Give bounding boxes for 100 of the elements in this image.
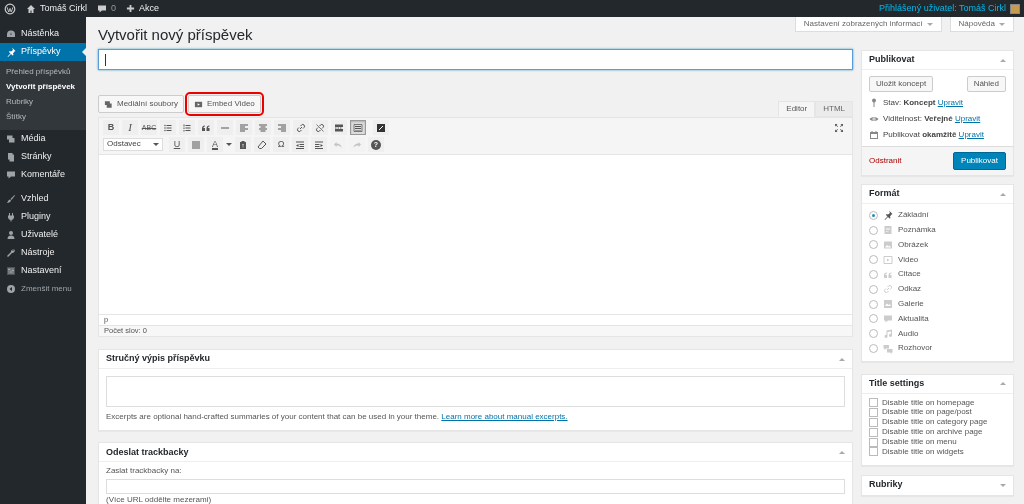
option-label[interactable]: Audio: [898, 328, 919, 339]
collapse-menu-button[interactable]: Zmenšit menu: [0, 280, 86, 298]
save-draft-button[interactable]: Uložit koncept: [869, 76, 934, 92]
menu-item[interactable]: Pluginy: [0, 208, 86, 226]
option-label[interactable]: Video: [898, 254, 919, 265]
option-label[interactable]: Galerie: [898, 299, 924, 310]
format-dropdown[interactable]: Odstavec: [103, 138, 163, 151]
option-label[interactable]: Disable title on widgets: [882, 446, 964, 458]
menu-item[interactable]: Média: [0, 130, 86, 148]
menu-item[interactable]: Komentáře: [0, 166, 86, 184]
option-label[interactable]: Odkaz: [898, 284, 922, 295]
menu-item[interactable]: Nástěnka: [0, 25, 86, 43]
link-button[interactable]: [293, 120, 309, 135]
logo-icon[interactable]: [4, 2, 16, 15]
option-label[interactable]: Poznámka: [898, 225, 936, 236]
radio-button[interactable]: [869, 255, 878, 265]
learn-more-link[interactable]: Learn more about manual excerpts.: [441, 412, 568, 421]
bullet-list-icon: [163, 122, 173, 133]
quote-button[interactable]: [198, 120, 214, 135]
option-label[interactable]: Disable title on archive page: [882, 427, 983, 438]
clear-button[interactable]: [254, 137, 270, 152]
note-icon: [883, 225, 893, 236]
option-label[interactable]: Disable title on menu: [882, 436, 957, 448]
speech-bubble-icon: [883, 313, 893, 324]
radio-button[interactable]: [869, 329, 878, 339]
media-button[interactable]: Embed Video: [187, 95, 261, 113]
radio-button[interactable]: [869, 225, 878, 235]
media-button[interactable]: Mediální soubory: [98, 95, 184, 113]
dfw-button[interactable]: [373, 120, 389, 135]
menu-item[interactable]: Uživatelé: [0, 226, 86, 244]
color-button[interactable]: A: [207, 137, 223, 152]
option-label[interactable]: Rozhovor: [898, 343, 933, 354]
option-label[interactable]: Základní: [898, 210, 929, 221]
expand-icon[interactable]: [834, 122, 844, 133]
checkbox[interactable]: [869, 408, 878, 418]
more-button[interactable]: [331, 120, 347, 135]
checkbox[interactable]: [869, 427, 878, 437]
comments-link[interactable]: 0: [97, 2, 117, 15]
align-left-icon: [239, 122, 249, 133]
site-link[interactable]: Tomáš Cirkl: [26, 2, 87, 15]
help-text: Excerpts are optional hand-crafted summaries of your content that can be used in your theme. Learn more about manual excerpts.: [105, 412, 569, 423]
link-icon: [883, 284, 893, 295]
submenu-item[interactable]: Rubriky: [0, 95, 86, 110]
outdent-button[interactable]: [292, 137, 308, 152]
submenu-item[interactable]: Vytvořit příspěvek: [0, 80, 86, 95]
toggle-button[interactable]: [350, 120, 366, 135]
submenu-item[interactable]: Štítky: [0, 110, 86, 125]
option-label[interactable]: Obrázek: [898, 239, 929, 251]
radio-button[interactable]: [869, 240, 878, 250]
radio-button[interactable]: [869, 314, 878, 324]
trackback-field[interactable]: [106, 478, 845, 494]
editor-tab[interactable]: Editor: [778, 101, 816, 117]
radio-button[interactable]: [869, 344, 878, 354]
radio-button[interactable]: [869, 210, 878, 220]
edit-link[interactable]: Upravit: [958, 129, 984, 139]
indent-button[interactable]: [311, 137, 327, 152]
unlink-button[interactable]: [312, 120, 328, 135]
checkbox[interactable]: [869, 398, 878, 408]
menu-item[interactable]: Nástroje: [0, 244, 86, 262]
option-label[interactable]: Disable title on homepage: [882, 397, 975, 409]
underline-button[interactable]: U: [169, 137, 185, 152]
edit-link[interactable]: Upravit: [954, 113, 981, 123]
wrench-icon: [6, 248, 16, 258]
title-field[interactable]: [98, 49, 853, 70]
gallery-icon: [883, 299, 893, 310]
preview-button[interactable]: Náhled: [966, 76, 1006, 92]
option-label[interactable]: Citace: [898, 269, 921, 280]
bullets-button[interactable]: [160, 120, 176, 135]
radio-button[interactable]: [869, 299, 878, 309]
option-label[interactable]: Aktualita: [898, 313, 929, 325]
editor-tab[interactable]: HTML: [815, 101, 853, 117]
link-icon: [296, 122, 306, 133]
edit-link[interactable]: Upravit: [937, 97, 964, 107]
option-label[interactable]: Disable title on category page: [882, 417, 988, 428]
menu-item[interactable]: Stránky: [0, 148, 86, 166]
radio-button[interactable]: [869, 270, 878, 280]
paste-button[interactable]: [235, 137, 251, 152]
tab-button[interactable]: Nápověda: [949, 17, 1014, 32]
submenu-item[interactable]: Přehled příspěvků: [0, 65, 86, 80]
tab-button[interactable]: Nastavení zobrazených informací: [794, 17, 942, 32]
checkbox[interactable]: [869, 417, 878, 427]
new-link[interactable]: Akce: [126, 2, 160, 15]
menu-item[interactable]: Nastavení: [0, 262, 86, 280]
checkbox[interactable]: [869, 447, 878, 457]
menu-item[interactable]: Vzhled: [0, 190, 86, 208]
delete-link[interactable]: Odstranit: [869, 155, 902, 167]
hint-text: (Více URL oddělte mezerami): [105, 494, 213, 504]
option-label[interactable]: Disable title on page/post: [882, 407, 972, 418]
excerpt-field[interactable]: [106, 376, 845, 407]
publish-button[interactable]: Publikovat: [953, 152, 1006, 170]
account-link[interactable]: Přihlášený uživatel: Tomáš Cirkl: [879, 2, 1020, 15]
numbers-button[interactable]: [179, 120, 195, 135]
radio-button[interactable]: [869, 284, 878, 294]
avatar-icon: [1010, 3, 1020, 14]
menu-item[interactable]: Příspěvky: [0, 43, 86, 61]
italic-button[interactable]: I: [122, 120, 138, 135]
checkbox[interactable]: [869, 437, 878, 447]
video-icon: [193, 99, 203, 109]
bold-button[interactable]: B: [103, 120, 119, 135]
omega-button[interactable]: Ω: [273, 137, 289, 152]
